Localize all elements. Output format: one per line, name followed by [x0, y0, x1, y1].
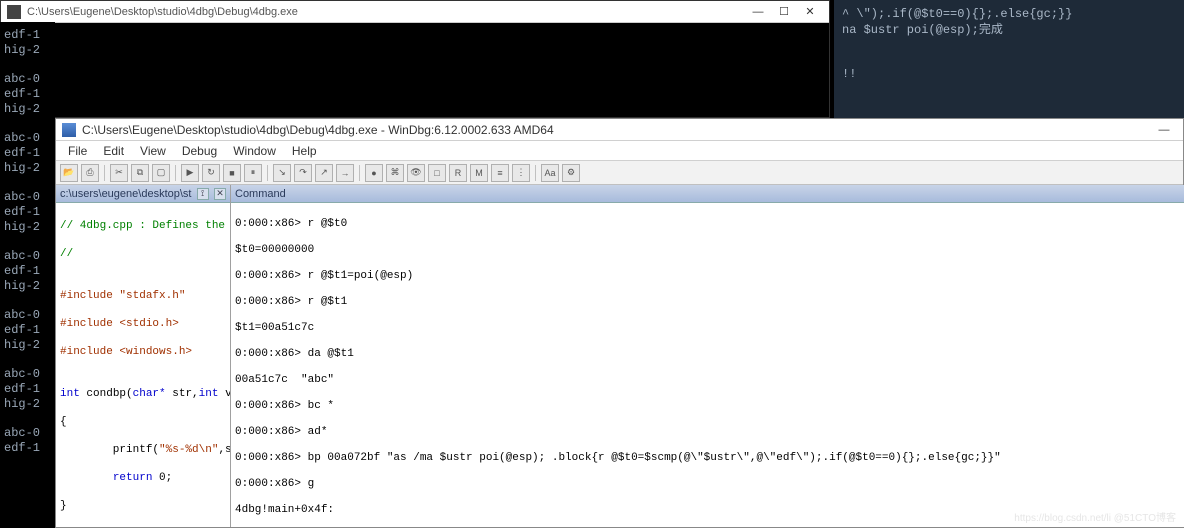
- watermark: https://blog.csdn.net/li @51CTO博客: [1014, 509, 1176, 524]
- command-output[interactable]: 0:000:x86> r @$t0 $t0=00000000 0:000:x86…: [231, 203, 1184, 527]
- command-icon[interactable]: ⌘: [386, 164, 404, 182]
- menu-file[interactable]: File: [60, 142, 95, 160]
- command-pane: Command 0:000:x86> r @$t0 $t0=00000000 0…: [231, 185, 1184, 527]
- maximize-button[interactable]: ☐: [771, 3, 797, 21]
- options-icon[interactable]: ⚙: [562, 164, 580, 182]
- source-pane: c:\users\eugene\desktop\st ⟟ ✕ // 4dbg.c…: [56, 185, 231, 527]
- open-icon[interactable]: 📂: [60, 164, 78, 182]
- pin-icon[interactable]: ⟟: [197, 188, 209, 200]
- menu-edit[interactable]: Edit: [95, 142, 132, 160]
- console-title: C:\Users\Eugene\Desktop\studio\4dbg\Debu…: [27, 6, 745, 18]
- stop-icon[interactable]: ■: [223, 164, 241, 182]
- registers-icon[interactable]: R: [449, 164, 467, 182]
- menubar: File Edit View Debug Window Help: [56, 141, 1183, 161]
- windbg-window: C:\Users\Eugene\Desktop\studio\4dbg\Debu…: [55, 118, 1184, 528]
- console-window: C:\Users\Eugene\Desktop\studio\4dbg\Debu…: [0, 0, 830, 118]
- console-body: [1, 23, 829, 117]
- disasm-icon[interactable]: ⋮: [512, 164, 530, 182]
- step-out-icon[interactable]: ↗: [315, 164, 333, 182]
- term-line: na $ustr poi(@esp);完成: [842, 22, 1176, 38]
- break-icon[interactable]: ⏸: [244, 164, 262, 182]
- callstack-icon[interactable]: ≡: [491, 164, 509, 182]
- close-tab-icon[interactable]: ✕: [214, 188, 226, 200]
- console-titlebar[interactable]: C:\Users\Eugene\Desktop\studio\4dbg\Debu…: [1, 1, 829, 23]
- go-icon[interactable]: ▶: [181, 164, 199, 182]
- source-tab-label: c:\users\eugene\desktop\st: [60, 188, 191, 200]
- windbg-title-text: C:\Users\Eugene\Desktop\studio\4dbg\Debu…: [82, 123, 1151, 137]
- term-line: !!: [842, 66, 1176, 82]
- console-app-icon: [7, 5, 21, 19]
- menu-view[interactable]: View: [132, 142, 174, 160]
- toolbar: 📂 ⎙ ✂ ⧉ ▢ ▶ ↻ ■ ⏸ ↘ ↷ ↗ → ● ⌘ 👁 □ R M ≡ …: [56, 161, 1183, 185]
- step-into-icon[interactable]: ↘: [273, 164, 291, 182]
- locals-icon[interactable]: □: [428, 164, 446, 182]
- right-terminal-panel: ^ \");.if(@$t0==0){};.else{gc;}} na $ust…: [834, 0, 1184, 118]
- source-tab[interactable]: c:\users\eugene\desktop\st ⟟ ✕: [56, 185, 230, 203]
- watch-icon[interactable]: 👁: [407, 164, 425, 182]
- minimize-button[interactable]: —: [745, 3, 771, 21]
- run-to-cursor-icon[interactable]: →: [336, 164, 354, 182]
- minimize-button[interactable]: —: [1151, 121, 1177, 139]
- cut-icon[interactable]: ✂: [110, 164, 128, 182]
- copy-icon[interactable]: ⧉: [131, 164, 149, 182]
- windbg-app-icon: [62, 123, 76, 137]
- command-pane-label: Command: [235, 188, 286, 200]
- windbg-titlebar[interactable]: C:\Users\Eugene\Desktop\studio\4dbg\Debu…: [56, 119, 1183, 141]
- close-button[interactable]: ✕: [797, 3, 823, 21]
- term-line: ^ \");.if(@$t0==0){};.else{gc;}}: [842, 6, 1176, 22]
- command-pane-title[interactable]: Command: [231, 185, 1184, 203]
- restart-icon[interactable]: ↻: [202, 164, 220, 182]
- paste-icon[interactable]: ▢: [152, 164, 170, 182]
- menu-debug[interactable]: Debug: [174, 142, 225, 160]
- menu-window[interactable]: Window: [225, 142, 284, 160]
- left-output-gutter: edf-1hig-2 abc-0edf-1hig-2 abc-0edf-1hig…: [0, 22, 55, 528]
- memory-icon[interactable]: M: [470, 164, 488, 182]
- font-icon[interactable]: Aa: [541, 164, 559, 182]
- save-icon[interactable]: ⎙: [81, 164, 99, 182]
- step-over-icon[interactable]: ↷: [294, 164, 312, 182]
- menu-help[interactable]: Help: [284, 142, 325, 160]
- source-body[interactable]: // 4dbg.cpp : Defines the ent // #includ…: [56, 203, 230, 527]
- breakpoint-icon[interactable]: ●: [365, 164, 383, 182]
